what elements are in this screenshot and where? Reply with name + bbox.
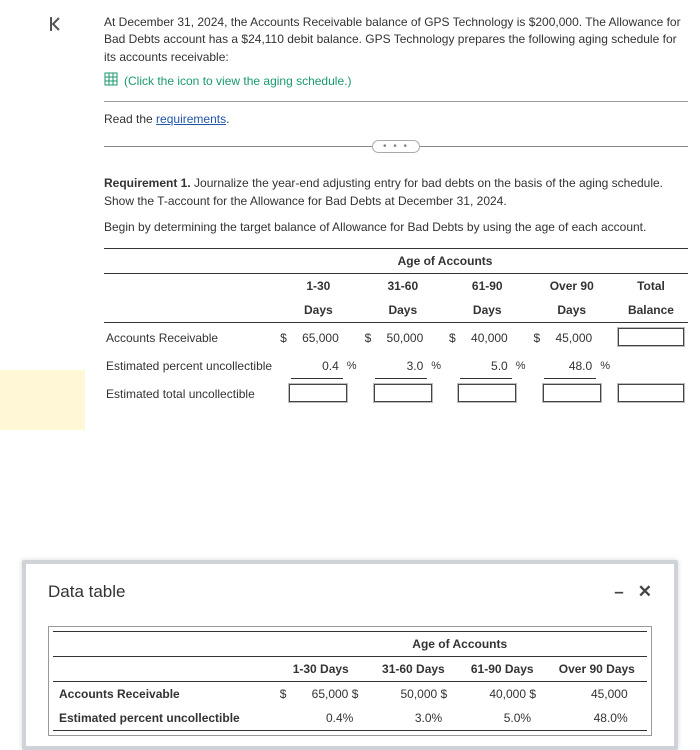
read-requirements: Read the requirements.: [104, 112, 688, 126]
divider-left: [104, 146, 372, 147]
ar-over90: 45,000: [548, 331, 592, 345]
col-61-90-a: 61-90: [445, 273, 529, 298]
dollar-sign: $: [529, 687, 536, 701]
ar-1-30: 65,000: [295, 331, 339, 345]
col-1-30-b: Days: [276, 298, 360, 323]
ar-31-60: 50,000: [379, 331, 423, 345]
separator-rule: [104, 101, 688, 102]
minimize-icon[interactable]: –: [614, 582, 623, 602]
data-table-modal: Data table – ✕ Age of Accounts 1-30 Days…: [22, 560, 678, 750]
dt-pct-2: 3.0%: [398, 711, 442, 725]
pct-sign: %: [512, 354, 530, 379]
col-total-a: Total: [614, 273, 688, 298]
section-divider: • • •: [104, 140, 688, 153]
pct-sign: %: [343, 354, 361, 379]
grand-total-input[interactable]: [618, 384, 684, 402]
col-over90-a: Over 90: [530, 273, 614, 298]
table-icon[interactable]: [104, 72, 118, 89]
dt-ar-3: 40,000: [482, 687, 526, 701]
left-gutter: [0, 0, 90, 560]
age-super-header: Age of Accounts: [276, 248, 614, 273]
dt-ar-label: Accounts Receivable: [53, 681, 272, 706]
requirement-1: Requirement 1. Journalize the year-end a…: [104, 175, 688, 210]
read-suffix: .: [226, 112, 229, 126]
total-61-90-input[interactable]: [458, 384, 516, 402]
ar-61-90: 40,000: [464, 331, 508, 345]
dt-ar-1: 65,000: [304, 687, 348, 701]
dt-col-3: 61-90 Days: [458, 656, 547, 681]
total-31-60-input[interactable]: [374, 384, 432, 402]
pct-1-30: 0.4: [295, 359, 339, 373]
dt-pct-4: 48.0%: [584, 711, 628, 725]
dollar-sign: $: [361, 322, 376, 354]
read-prefix: Read the: [104, 112, 156, 126]
total-over90-input[interactable]: [543, 384, 601, 402]
row-total-label: Estimated total uncollectible: [104, 378, 276, 410]
col-1-30-a: 1-30: [276, 273, 360, 298]
pct-sign: %: [596, 354, 614, 379]
col-31-60-b: Days: [361, 298, 445, 323]
dollar-sign: $: [272, 681, 293, 706]
pct-61-90: 5.0: [464, 359, 508, 373]
pct-31-60: 3.0: [379, 359, 423, 373]
requirements-link[interactable]: requirements: [156, 112, 226, 126]
dollar-sign: $: [276, 322, 291, 354]
highlight-marker: [0, 370, 85, 430]
dt-ar-4: 45,000: [584, 687, 628, 701]
total-1-30-input[interactable]: [289, 384, 347, 402]
pct-sign: %: [427, 354, 445, 379]
data-table: Age of Accounts 1-30 Days 31-60 Days 61-…: [53, 631, 647, 731]
dt-pct-label: Estimated percent uncollectible: [53, 706, 272, 731]
dt-col-2: 31-60 Days: [369, 656, 458, 681]
dt-col-4: Over 90 Days: [547, 656, 647, 681]
col-31-60-a: 31-60: [361, 273, 445, 298]
modal-table-frame: Age of Accounts 1-30 Days 31-60 Days 61-…: [48, 626, 652, 736]
pct-over90: 48.0: [548, 359, 592, 373]
dt-ar-2: 50,000: [393, 687, 437, 701]
dollar-sign: $: [445, 322, 460, 354]
dollar-sign: $: [352, 687, 359, 701]
problem-intro: At December 31, 2024, the Accounts Recei…: [104, 14, 688, 66]
divider-right: [420, 146, 688, 147]
page-root: At December 31, 2024, the Accounts Recei…: [0, 0, 700, 560]
aging-schedule-link-row: (Click the icon to view the aging schedu…: [104, 72, 688, 89]
dt-super-header: Age of Accounts: [272, 631, 647, 656]
ar-total-input[interactable]: [618, 328, 684, 346]
instruction-text: Begin by determining the target balance …: [104, 220, 688, 234]
dt-pct-3: 5.0%: [487, 711, 531, 725]
aging-worksheet-table: Age of Accounts 1-30 31-60 61-90 Over 90…: [104, 248, 688, 410]
close-icon[interactable]: ✕: [638, 582, 652, 602]
dt-pct-1: 0.4%: [309, 711, 353, 725]
col-total-b: Balance: [614, 298, 688, 323]
back-icon[interactable]: [47, 15, 65, 38]
col-61-90-b: Days: [445, 298, 529, 323]
expand-button[interactable]: • • •: [372, 140, 420, 153]
dollar-sign: $: [530, 322, 545, 354]
row-ar-label: Accounts Receivable: [104, 322, 276, 354]
dt-col-1: 1-30 Days: [272, 656, 368, 681]
row-pct-label: Estimated percent uncollectible: [104, 354, 276, 379]
modal-header: Data table – ✕: [48, 582, 652, 602]
col-over90-b: Days: [530, 298, 614, 323]
requirement-label: Requirement 1.: [104, 176, 191, 190]
main-content: At December 31, 2024, the Accounts Recei…: [90, 0, 700, 560]
dollar-sign: $: [441, 687, 448, 701]
modal-title: Data table: [48, 582, 126, 602]
view-aging-link[interactable]: (Click the icon to view the aging schedu…: [124, 74, 351, 88]
